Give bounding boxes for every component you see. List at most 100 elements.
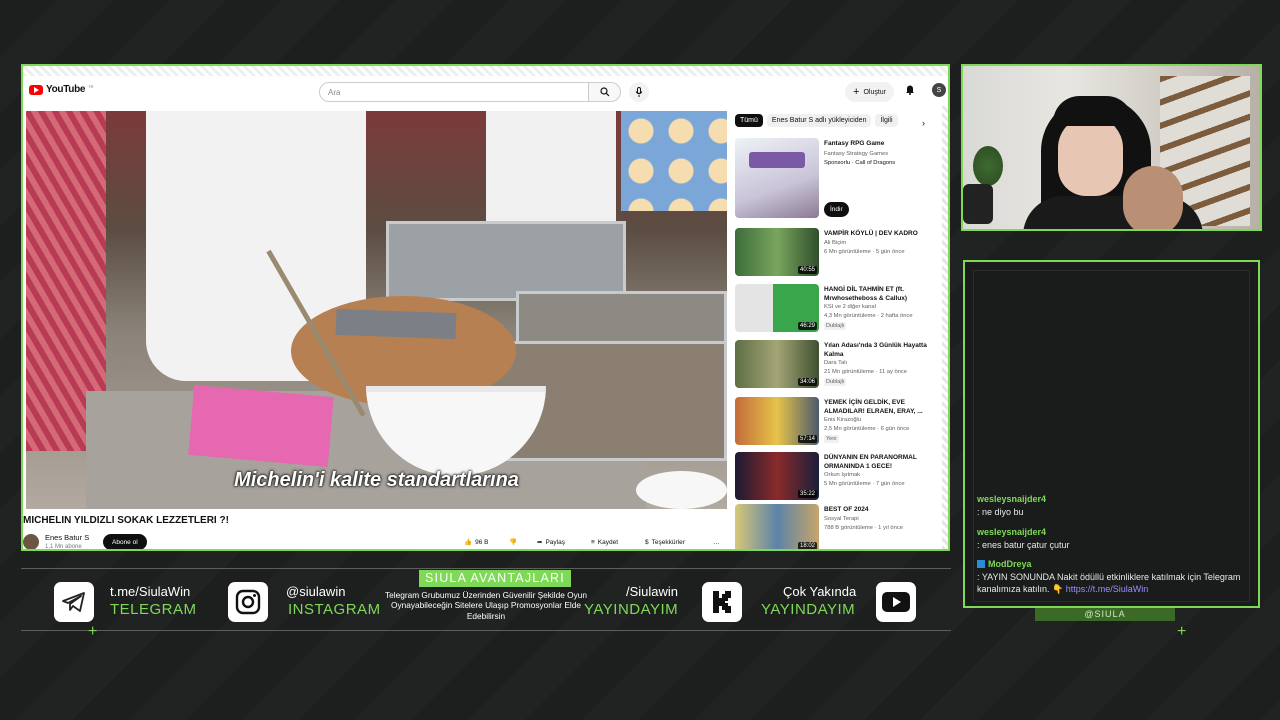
instagram-handle: @siulawin <box>286 584 346 599</box>
chip-uploader[interactable]: Enes Batur S adlı yükleyiciden <box>766 114 872 127</box>
recommendation-title[interactable]: BEST OF 2024 <box>824 506 934 515</box>
recommendation-ad[interactable]: Fantasy RPG Game Fantasy Strategy Games … <box>735 138 947 224</box>
chat-link[interactable]: https://t.me/SiulaWin <box>1066 584 1149 594</box>
chat-message: wesleysnaijder4 : ne diyo bu <box>977 493 1247 518</box>
video-scene <box>188 385 334 467</box>
subscribe-button[interactable]: Abone ol <box>103 534 147 549</box>
account-avatar[interactable]: S <box>932 83 946 97</box>
recommendation-item[interactable]: 35:22 DÜNYANIN EN PARANORMAL ORMANINDA 1… <box>735 452 947 502</box>
chat-username[interactable]: wesleysnaijder4 <box>977 527 1046 537</box>
video-thumbnail[interactable]: 35:22 <box>735 452 819 500</box>
video-thumbnail[interactable]: 34:06 <box>735 340 819 388</box>
kick-handle: /Siulawin <box>626 584 679 599</box>
recommendation-channel: Orkun Işıtmak <box>824 472 861 478</box>
ad-install-button[interactable]: İndir <box>824 202 849 217</box>
video-thumbnail[interactable]: 57:14 <box>735 397 819 445</box>
bottom-bar: t.me/SiulaWin TELEGRAM @siulawin INSTAGR… <box>21 568 951 634</box>
video-title: MICHELIN YILDIZLI SOKAK LEZZETLERI ?! <box>23 515 229 526</box>
recommendation-meta: 4,3 Mn görüntüleme · 2 hafta önce <box>824 313 913 319</box>
video-duration: 34:06 <box>797 378 817 386</box>
chat-username[interactable]: ModDreya <box>988 559 1032 569</box>
ad-thumbnail[interactable] <box>735 138 819 218</box>
video-thumbnail[interactable]: 46:29 <box>735 284 819 332</box>
video-scene <box>335 308 457 340</box>
chat-message: ModDreya : YAYIN SONUNDA Nakit ödüllü et… <box>977 558 1247 596</box>
dubbed-badge: Dublajlı <box>824 322 847 330</box>
telegram-handle: t.me/SiulaWin <box>110 584 191 599</box>
chat-text: : ne diyo bu <box>977 506 1024 517</box>
like-count: 96 B <box>475 538 489 546</box>
like-button[interactable]: 👍 96 B <box>464 536 488 548</box>
channel-name[interactable]: Enes Batur S <box>45 533 89 542</box>
chevron-right-icon[interactable]: › <box>922 118 925 128</box>
video-thumbnail[interactable]: 18:02 <box>735 504 819 549</box>
recommendation-meta: 21 Mn görüntüleme · 11 ay önce <box>824 369 908 375</box>
video-duration: 40:55 <box>797 266 817 274</box>
recommendation-title[interactable]: HANGİ DİL TAHMİN ET (ft. Mrwhosetheboss … <box>824 286 934 304</box>
recommendation-title[interactable]: DÜNYANIN EN PARANORMAL ORMANINDA 1 GECE! <box>824 454 934 472</box>
recommendation-title[interactable]: YEMEK İÇİN GELDİK, EVE ALMADILAR! ELRAEN… <box>824 399 934 417</box>
youtube-play-icon <box>29 84 43 95</box>
search-input[interactable]: Ara <box>319 82 589 102</box>
chip-related[interactable]: İlgili <box>875 114 898 127</box>
ad-logo-image <box>749 152 805 168</box>
chip-all[interactable]: Tümü <box>735 114 763 127</box>
video-player[interactable]: Michelin'i kalite standartlarına <box>26 111 727 509</box>
webcam-feed <box>961 64 1262 231</box>
save-button[interactable]: ≡ Kaydet <box>591 536 618 548</box>
share-button[interactable]: ➦ Paylaş <box>537 536 565 548</box>
thanks-button[interactable]: $ Teşekkürler <box>645 536 685 548</box>
video-scene <box>621 111 727 211</box>
video-duration: 18:02 <box>797 542 817 549</box>
video-duration: 46:29 <box>797 322 817 330</box>
channel-subscribers: 1,1 Mn abone <box>45 544 82 550</box>
thumbs-up-icon: 👍 <box>464 539 473 546</box>
recommendation-title[interactable]: VAMPİR KÖYLÜ | DEV KADRO <box>824 230 934 239</box>
recommendation-channel: KSI ve 2 diğer kanal <box>824 304 876 310</box>
decor-plus-icon: + <box>88 623 98 640</box>
youtube-soon-label: Çok Yakında <box>783 584 857 599</box>
recommendation-title[interactable]: Fantasy RPG Game <box>824 140 934 149</box>
streamer-tag: @SIULA <box>1035 608 1175 621</box>
thanks-icon: $ <box>645 538 649 546</box>
recommendation-item[interactable]: 57:14 YEMEK İÇİN GELDİK, EVE ALMADILAR! … <box>735 397 947 451</box>
thumbs-down-icon: 👎 <box>509 539 518 546</box>
recommendation-meta: 6 Mn görüntüleme · 5 gün önce <box>824 249 905 255</box>
new-badge: Yeni <box>824 435 839 443</box>
youtube-logo[interactable]: YouTube TR <box>29 84 94 95</box>
youtube-label: YAYINDAYIM <box>761 601 856 618</box>
chat-frame <box>973 270 1250 602</box>
recommendation-channel: Fantasy Strategy Games <box>824 151 889 157</box>
youtube-icon <box>876 582 916 622</box>
recommendation-item[interactable]: 40:55 VAMPİR KÖYLÜ | DEV KADRO Ali Biçim… <box>735 228 947 280</box>
streamer-bangs <box>1053 96 1133 126</box>
search-button[interactable] <box>589 82 621 102</box>
dubbed-badge: Dublajlı <box>824 378 847 386</box>
video-duration: 57:14 <box>797 435 817 443</box>
dislike-button[interactable]: 👎 <box>509 536 517 548</box>
chat-username[interactable]: wesleysnaijder4 <box>977 494 1046 504</box>
more-actions-button[interactable]: … <box>713 536 720 548</box>
microphone-icon <box>635 87 643 97</box>
promo-title: SIULA AVANTAJLARI <box>419 570 571 587</box>
video-scene <box>386 221 626 301</box>
recommendation-item[interactable]: 34:06 Yılan Adası'nda 3 Günlük Hayatta K… <box>735 340 947 394</box>
streamer-face <box>1058 116 1123 196</box>
video-thumbnail[interactable]: 40:55 <box>735 228 819 276</box>
filter-chips: Tümü Enes Batur S adlı yükleyiciden İlgi… <box>735 114 898 127</box>
share-label: Paylaş <box>545 538 565 546</box>
notifications-bell-icon[interactable] <box>905 84 915 98</box>
voice-search-button[interactable] <box>629 82 649 102</box>
recommendation-meta: 788 B görüntüleme · 1 yıl önce <box>824 525 903 531</box>
kick-icon <box>702 582 742 622</box>
video-subtitle: Michelin'i kalite standartlarına <box>234 469 519 491</box>
channel-avatar[interactable] <box>23 534 39 549</box>
chat-text: : enes batur çatur çutur <box>977 539 1070 550</box>
recommendation-item[interactable]: 18:02 BEST OF 2024 Sosyal Terapi 788 B g… <box>735 504 947 549</box>
video-duration: 35:22 <box>797 490 817 498</box>
create-button[interactable]: + Oluştur <box>845 82 894 102</box>
kick-label: YAYINDAYIM <box>584 601 679 618</box>
recommendation-item[interactable]: 46:29 HANGİ DİL TAHMİN ET (ft. Mrwhoseth… <box>735 284 947 338</box>
recommendation-title[interactable]: Yılan Adası'nda 3 Günlük Hayatta Kalma <box>824 342 934 360</box>
share-icon: ➦ <box>537 539 543 546</box>
